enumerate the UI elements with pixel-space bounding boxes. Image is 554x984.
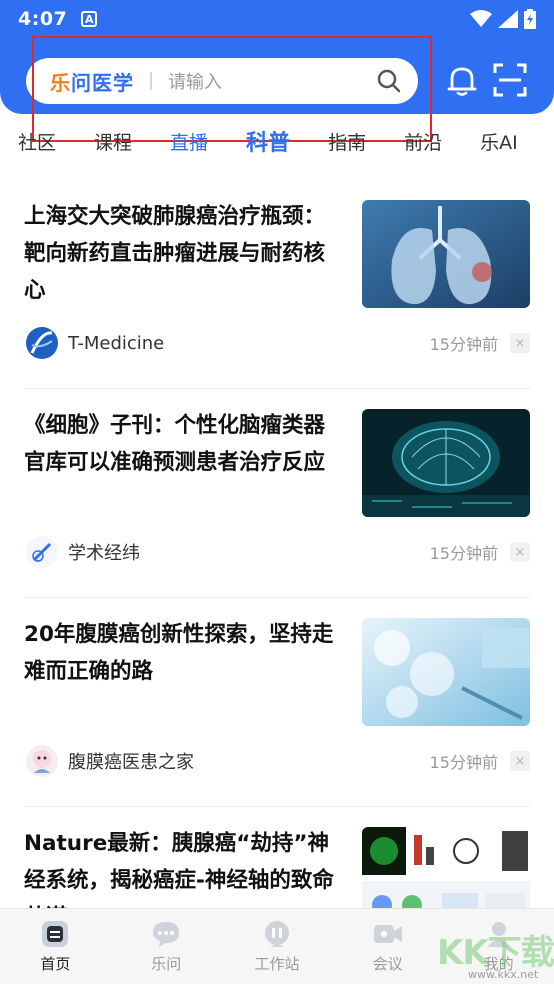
article-thumbnail-lab[interactable] (362, 618, 530, 726)
profile-icon (483, 919, 515, 949)
nav-lewen[interactable]: 乐问 (111, 909, 222, 984)
source-avatar (26, 536, 58, 568)
search-input[interactable]: 请输入 (168, 68, 376, 94)
nav-label: 乐问 (151, 955, 182, 973)
tab-frontier[interactable]: 前沿 (404, 128, 442, 155)
article-item[interactable]: Nature最新：胰腺癌“劫持”神经系统，揭秘癌症-神经轴的致命共谋 (24, 807, 530, 935)
search-icon[interactable] (376, 68, 402, 94)
article-title[interactable]: 上海交大突破肺腺癌治疗瓶颈：靶向新药直击肿瘤进展与耐药核心 (24, 198, 344, 309)
video-icon (372, 919, 404, 949)
scan-icon[interactable] (492, 62, 528, 98)
tab-science[interactable]: 科普 (246, 125, 290, 157)
bell-icon[interactable] (444, 62, 480, 98)
article-thumbnail-brain[interactable] (362, 409, 530, 517)
source-name[interactable]: 学术经纬 (68, 539, 140, 565)
close-icon[interactable]: × (510, 751, 530, 771)
bottom-navigation: 首页 乐问 工作站 会议 我的 (0, 908, 554, 984)
wifi-icon (470, 10, 492, 27)
nav-profile[interactable]: 我的 (443, 909, 554, 984)
nav-label: 首页 (40, 955, 71, 973)
article-thumbnail-lungs[interactable] (362, 200, 530, 308)
tab-courses[interactable]: 课程 (94, 128, 132, 155)
signal-icon (498, 10, 518, 28)
notification-a-icon: A (81, 11, 98, 27)
article-feed: 上海交大突破肺腺癌治疗瓶颈：靶向新药直击肿瘤进展与耐药核心 T-Medicine… (0, 180, 554, 935)
article-title[interactable]: 20年腹膜癌创新性探索，坚持走难而正确的路 (24, 616, 344, 690)
workstation-icon (261, 919, 293, 949)
search-box[interactable]: 乐问医学 请输入 (26, 58, 418, 104)
nav-home[interactable]: 首页 (0, 909, 111, 984)
home-icon (39, 919, 71, 949)
brand-logo: 乐问医学 (50, 70, 134, 95)
source-name[interactable]: T-Medicine (68, 333, 164, 354)
chat-icon (150, 919, 182, 949)
article-title[interactable]: 《细胞》子刊：个性化脑瘤类器官库可以准确预测患者治疗反应 (24, 407, 344, 481)
source-avatar (26, 327, 58, 359)
header-bar: 乐问医学 请输入 (0, 38, 554, 114)
nav-workstation[interactable]: 工作站 (222, 909, 333, 984)
article-meta: T-Medicine 15分钟前 × (24, 326, 530, 360)
article-item[interactable]: 《细胞》子刊：个性化脑瘤类器官库可以准确预测患者治疗反应 学术经纬 15分钟前 … (24, 389, 530, 598)
nav-label: 我的 (483, 955, 514, 973)
nav-meeting[interactable]: 会议 (332, 909, 443, 984)
nav-label: 工作站 (254, 955, 300, 973)
battery-icon (524, 9, 536, 29)
status-bar: 4:07 A (0, 0, 554, 38)
publish-time: 15分钟前 (429, 544, 498, 563)
tab-live[interactable]: 直播 (170, 128, 208, 155)
publish-time: 15分钟前 (429, 335, 498, 354)
publish-time: 15分钟前 (429, 753, 498, 772)
tab-community[interactable]: 社区 (18, 128, 56, 155)
article-meta: 学术经纬 15分钟前 × (24, 535, 530, 569)
article-item[interactable]: 上海交大突破肺腺癌治疗瓶颈：靶向新药直击肿瘤进展与耐药核心 T-Medicine… (24, 180, 530, 389)
source-name[interactable]: 腹膜癌医患之家 (68, 748, 194, 774)
source-avatar (26, 745, 58, 777)
status-indicators (470, 9, 536, 29)
search-divider (150, 72, 152, 90)
status-time: 4:07 (18, 8, 68, 30)
close-icon[interactable]: × (510, 333, 530, 353)
article-meta: 腹膜癌医患之家 15分钟前 × (24, 744, 530, 778)
article-item[interactable]: 20年腹膜癌创新性探索，坚持走难而正确的路 腹膜癌医患之家 15分钟前 × (24, 598, 530, 807)
nav-label: 会议 (372, 955, 403, 973)
category-tabs: 社区 课程 直播 科普 指南 前沿 乐AI (0, 118, 554, 164)
close-icon[interactable]: × (510, 542, 530, 562)
tab-le-ai[interactable]: 乐AI (480, 128, 518, 155)
tab-guidelines[interactable]: 指南 (328, 128, 366, 155)
